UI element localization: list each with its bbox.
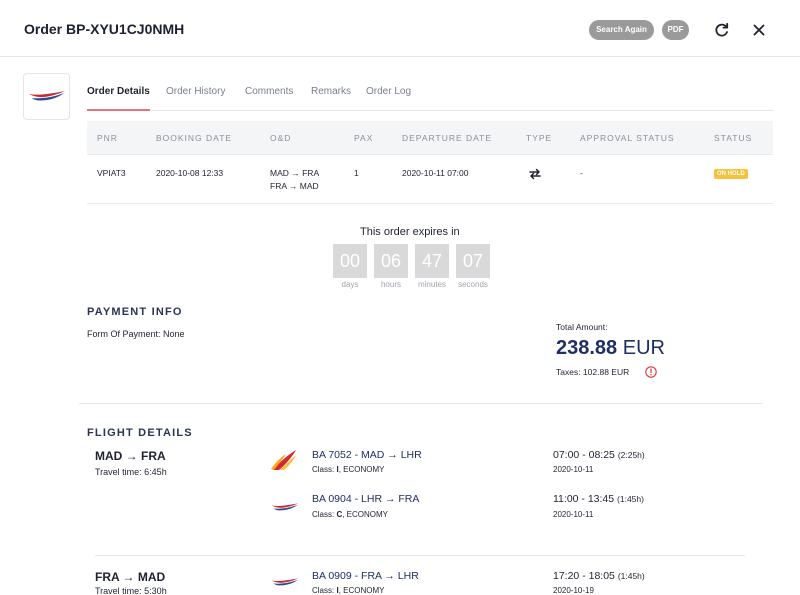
order-header: Order BP-XYU1CJ0NMH Search Again PDF	[0, 0, 800, 57]
countdown-hours: 06	[374, 244, 408, 278]
round-trip-arrows-icon	[528, 168, 542, 184]
journey-route: MAD → FRA	[95, 449, 166, 463]
class-prefix: Class:	[312, 465, 337, 474]
col-od: O&D	[270, 133, 292, 143]
countdown-minutes-label: minutes	[417, 280, 446, 289]
segment-date: 2020-10-19	[553, 586, 594, 595]
segment-class: Class: I, ECONOMY	[312, 465, 384, 474]
cabin: , ECONOMY	[338, 586, 385, 595]
countdown-days-label: days	[341, 280, 359, 289]
close-icon[interactable]	[749, 20, 769, 40]
active-tab-indicator	[87, 109, 150, 111]
col-pax: PAX	[354, 133, 374, 143]
cell-booking-date: 2020-10-08 12:33	[156, 168, 224, 178]
countdown-seconds: 07	[456, 244, 490, 278]
cell-approval-status: -	[580, 168, 583, 178]
total-amount-value: 238.88	[556, 337, 618, 359]
cell-pax: 1	[354, 168, 359, 178]
cell-pnr: VPIAT3	[97, 168, 126, 178]
table-header: PNR BOOKING DATE O&D PAX DEPARTURE DATE …	[87, 121, 773, 155]
journey-travel-time: Travel time: 6:45h	[95, 467, 167, 477]
col-booking-date: BOOKING DATE	[156, 133, 233, 143]
taxes: Taxes: 102.88 EUR	[556, 367, 630, 377]
cabin: , ECONOMY	[338, 465, 385, 474]
segment-time: 17:20 - 18:05 (1:45h)	[553, 570, 645, 582]
col-departure-date: DEPARTURE DATE	[402, 133, 493, 143]
cell-departure-date: 2020-10-11 07:00	[402, 168, 469, 178]
segment-flight: BA 7052 - MAD → LHR	[312, 449, 422, 461]
status-badge: ON HOLD	[714, 169, 748, 179]
class-prefix: Class:	[312, 510, 337, 519]
cell-od-outbound: MAD → FRA	[270, 168, 320, 178]
segment-class: Class: I, ECONOMY	[312, 586, 384, 595]
countdown-minutes: 47	[415, 244, 449, 278]
journey-travel-time: Travel time: 5:30h	[95, 586, 167, 595]
order-title: Order BP-XYU1CJ0NMH	[24, 21, 185, 37]
countdown-days: 00	[333, 244, 367, 278]
tab-order-history[interactable]: Order History	[166, 86, 225, 97]
order-tabs: Order Details Order History Comments Rem…	[87, 72, 773, 111]
british-airways-logo-icon	[270, 575, 300, 593]
segment-duration: (1:45h)	[617, 494, 644, 504]
airline-logo	[23, 73, 70, 120]
row-divider	[87, 203, 773, 204]
segment-time-range: 17:20 - 18:05	[553, 570, 615, 582]
segment-duration: (1:45h)	[617, 571, 645, 581]
tab-order-details[interactable]: Order Details	[87, 86, 150, 97]
total-amount: 238.88 EUR	[556, 337, 665, 360]
segment-time-range: 11:00 - 13:45	[553, 493, 615, 505]
class-prefix: Class:	[312, 586, 337, 595]
info-icon[interactable]	[645, 365, 657, 378]
tab-comments[interactable]: Comments	[245, 86, 293, 97]
payment-info-title: PAYMENT INFO	[87, 306, 183, 318]
segment-time-range: 07:00 - 08:25	[553, 449, 615, 461]
search-again-button[interactable]: Search Again	[589, 20, 654, 40]
journey-divider	[95, 555, 745, 556]
section-divider	[79, 403, 762, 404]
countdown-hours-label: hours	[380, 280, 401, 289]
segment-time: 07:00 - 08:25 (2:25h)	[553, 449, 645, 461]
pdf-button[interactable]: PDF	[662, 20, 689, 40]
flight-details-title: FLIGHT DETAILS	[87, 427, 193, 439]
segment-time: 11:00 - 13:45 (1:45h)	[553, 493, 644, 505]
booking-table: PNR BOOKING DATE O&D PAX DEPARTURE DATE …	[87, 121, 773, 204]
col-pnr: PNR	[97, 133, 118, 143]
refresh-icon[interactable]	[712, 20, 732, 40]
iberia-logo-icon	[270, 448, 298, 477]
total-amount-currency: EUR	[622, 337, 665, 359]
segment-flight: BA 0909 - FRA → LHR	[312, 570, 419, 582]
tab-order-log[interactable]: Order Log	[366, 86, 411, 97]
expire-label: This order expires in	[360, 226, 460, 238]
journey-route: FRA → MAD	[95, 570, 166, 584]
tab-remarks[interactable]: Remarks	[311, 86, 351, 97]
col-status: STATUS	[714, 133, 753, 143]
cabin: , ECONOMY	[342, 510, 389, 519]
col-approval-status: APPROVAL STATUS	[580, 133, 675, 143]
countdown-seconds-label: seconds	[458, 280, 488, 289]
form-of-payment: Form Of Payment: None	[87, 329, 185, 339]
col-type: TYPE	[526, 133, 553, 143]
segment-duration: (2:25h)	[617, 450, 645, 460]
segment-date: 2020-10-11	[553, 465, 594, 474]
total-amount-label: Total Amount:	[556, 322, 608, 332]
cell-od-return: FRA → MAD	[270, 181, 319, 191]
segment-date: 2020-10-11	[553, 510, 594, 519]
order-panel: Order BP-XYU1CJ0NMH Search Again PDF Ord…	[0, 0, 800, 595]
segment-flight: BA 0904 - LHR → FRA	[312, 493, 420, 505]
british-airways-logo-icon	[29, 91, 65, 101]
segment-class: Class: C, ECONOMY	[312, 510, 388, 519]
british-airways-logo-icon	[270, 500, 300, 518]
